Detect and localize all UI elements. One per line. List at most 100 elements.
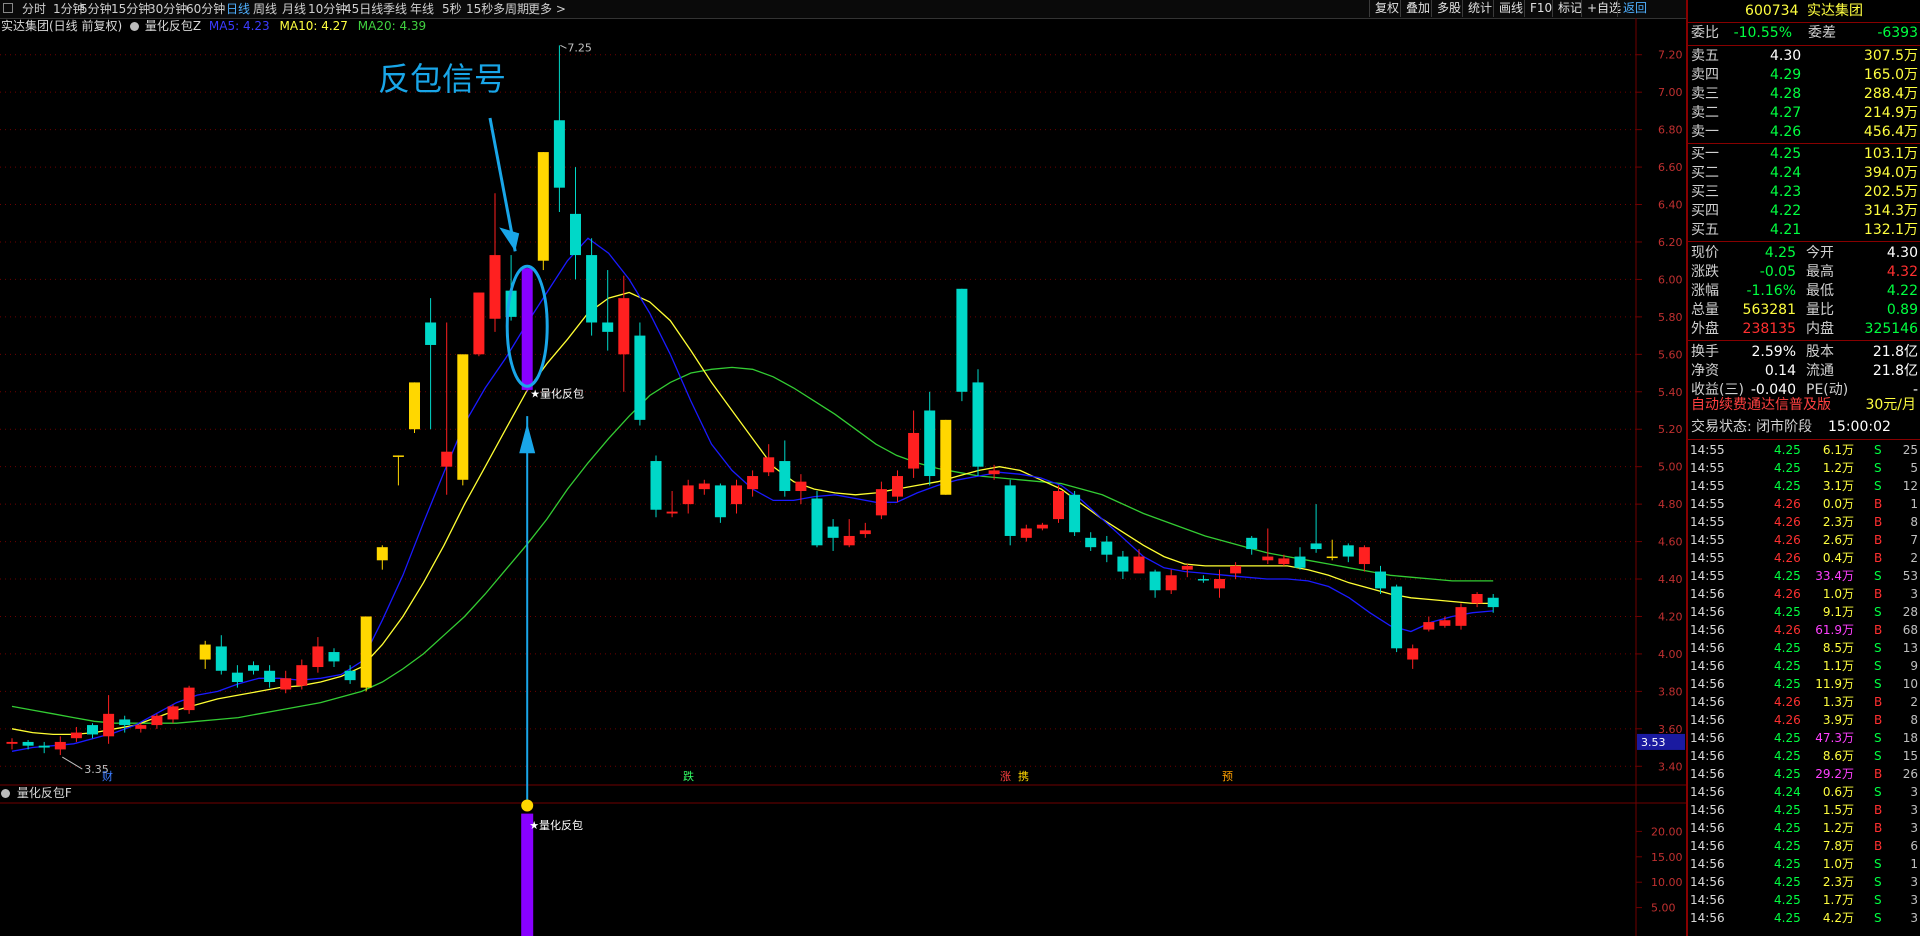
sub-indicator-dropdown-icon[interactable] — [1, 789, 10, 798]
stat-value: 0.14 — [1764, 363, 1796, 379]
period-tab-2[interactable]: 5分钟 — [80, 1, 112, 17]
kline-chart[interactable]: 7.20 7.00 6.80 6.60 6.40 6.20 6.00 5.80 5.60 5.40… — [0, 18, 1686, 936]
candle — [1487, 594, 1499, 613]
period-tab-5[interactable]: 60分钟 — [186, 1, 225, 17]
ask-row[interactable]: 卖五 4.30 307.5万 — [1688, 47, 1920, 66]
stat-label: 换手 — [1691, 344, 1719, 360]
event-marker[interactable]: 跌 — [683, 769, 694, 783]
period-tab-10[interactable]: 45日线 — [344, 1, 383, 17]
bid-row[interactable]: 买二 4.24 394.0万 — [1688, 164, 1920, 183]
tick-price: 4.25 — [1774, 461, 1801, 475]
stat-label: 外盘 — [1691, 321, 1719, 337]
bid-price: 4.24 — [1770, 165, 1802, 181]
price-tick-label: 3.40 — [1658, 760, 1683, 773]
promo-price[interactable]: 30元/月 — [1865, 396, 1916, 415]
stat-value: 0.89 — [1886, 302, 1918, 318]
period-tab-15[interactable]: 多周期 — [493, 1, 529, 17]
indicator-dropdown-icon[interactable] — [130, 22, 140, 31]
period-tab-16[interactable]: 更多 > — [528, 1, 566, 17]
event-marker[interactable]: 涨 — [1000, 770, 1011, 783]
period-tab-6[interactable]: 日线 — [226, 1, 250, 17]
candle — [731, 479, 742, 514]
ask-label: 卖五 — [1691, 48, 1719, 64]
price-tick-label: 5.60 — [1658, 348, 1683, 361]
event-marker[interactable]: 携 — [1018, 769, 1029, 783]
tick-time: 14:56 — [1690, 911, 1725, 925]
ask-row[interactable]: 卖二 4.27 214.9万 — [1688, 104, 1920, 123]
promo-text[interactable]: 自动续费通达信普及版 — [1691, 396, 1831, 415]
chart-header: 实达集团(日线 前复权) 量化反包Z MA5: 4.23 MA10: 4.27 … — [1, 19, 426, 34]
tick-volume: 2.3万 — [1822, 515, 1854, 529]
ask-row[interactable]: 卖一 4.26 456.4万 — [1688, 123, 1920, 142]
ask-row[interactable]: 卖四 4.29 165.0万 — [1688, 66, 1920, 85]
toolbar-menu-icon[interactable] — [3, 3, 13, 13]
event-marker[interactable]: 财 — [102, 769, 113, 783]
tick-volume: 1.2万 — [1822, 821, 1854, 835]
tick-time: 14:55 — [1690, 551, 1725, 565]
tick-volume: 8.6万 — [1822, 749, 1854, 763]
toolbar-action-4[interactable]: 画线 — [1493, 0, 1528, 17]
candle — [167, 704, 179, 724]
bid-row[interactable]: 买一 4.25 103.1万 — [1688, 145, 1920, 164]
tick-side: S — [1874, 641, 1882, 655]
tick-volume: 1.2万 — [1822, 461, 1854, 475]
candle — [521, 268, 533, 392]
tick-time: 14:56 — [1690, 875, 1725, 889]
stat-row: 换手 2.59% 股本 21.8亿 — [1688, 343, 1920, 362]
bid-row[interactable]: 买四 4.22 314.3万 — [1688, 202, 1920, 221]
bid-price: 4.23 — [1770, 184, 1802, 200]
stat-value: 4.32 — [1886, 264, 1918, 280]
bid-row[interactable]: 买三 4.23 202.5万 — [1688, 183, 1920, 202]
tick-row: 14:56 4.25 2.3万 S 3 — [1688, 873, 1920, 891]
tick-side: S — [1874, 731, 1882, 745]
indicator-name[interactable]: 量化反包Z — [145, 19, 201, 33]
stat-value: -1.16% — [1746, 283, 1796, 299]
ask-volume: 456.4万 — [1863, 124, 1918, 140]
tick-price: 4.25 — [1774, 677, 1801, 691]
toolbar-action-3[interactable]: 统计 — [1462, 0, 1497, 17]
period-tab-11[interactable]: 季线 — [383, 1, 407, 17]
bid-row[interactable]: 买五 4.21 132.1万 — [1688, 221, 1920, 240]
toolbar-action-2[interactable]: 多股 — [1431, 0, 1466, 17]
price-tick-label: 6.20 — [1658, 236, 1683, 249]
candle — [328, 648, 340, 668]
period-tab-0[interactable]: 分时 — [22, 1, 46, 17]
candle — [1326, 539, 1338, 561]
tick-side: S — [1874, 857, 1882, 871]
toolbar-action-1[interactable]: 叠加 — [1400, 0, 1435, 17]
event-marker[interactable]: 预 — [1222, 770, 1233, 783]
stat-row: 外盘 238135 内盘 325146 — [1688, 320, 1920, 339]
tick-volume: 1.7万 — [1822, 893, 1854, 907]
candle — [296, 659, 308, 690]
tick-row: 14:56 4.25 9.1万 S 28 — [1688, 603, 1920, 621]
tick-count: 26 — [1902, 767, 1918, 781]
stat-value: 325146 — [1864, 321, 1918, 337]
ask-row[interactable]: 卖三 4.28 288.4万 — [1688, 85, 1920, 104]
period-tab-4[interactable]: 30分钟 — [148, 1, 187, 17]
period-tab-14[interactable]: 15秒 — [466, 1, 493, 17]
tick-row: 14:56 4.25 8.6万 S 15 — [1688, 747, 1920, 765]
candle — [1391, 584, 1403, 653]
tick-time: 14:55 — [1690, 533, 1725, 547]
candle — [570, 167, 581, 280]
toolbar-action-8[interactable]: 返回 — [1617, 0, 1652, 17]
tick-time: 14:56 — [1690, 695, 1725, 709]
kline-chart-area[interactable]: 7.20 7.00 6.80 6.60 6.40 6.20 6.00 5.80 5.60 5.40… — [0, 18, 1686, 936]
candle — [1294, 547, 1306, 570]
sub-indicator-name[interactable]: 量化反包F — [17, 786, 72, 800]
tick-volume: 1.0万 — [1822, 587, 1854, 601]
period-tab-9[interactable]: 10分钟 — [308, 1, 347, 17]
tick-count: 6 — [1910, 839, 1918, 853]
period-tab-7[interactable]: 周线 — [253, 1, 277, 17]
period-tab-8[interactable]: 月线 — [282, 1, 306, 17]
period-tab-13[interactable]: 5秒 — [442, 1, 462, 17]
candle — [698, 479, 710, 495]
toolbar-action-0[interactable]: 复权 — [1369, 0, 1404, 17]
tick-price: 4.25 — [1774, 893, 1801, 907]
price-tick-label: 5.40 — [1658, 386, 1683, 399]
period-tab-12[interactable]: 年线 — [410, 1, 434, 17]
bid-label: 买三 — [1691, 184, 1719, 200]
promo-row[interactable]: 自动续费通达信普及版 30元/月 — [1688, 396, 1920, 415]
period-tab-3[interactable]: 15分钟 — [111, 1, 150, 17]
candle — [199, 640, 211, 669]
